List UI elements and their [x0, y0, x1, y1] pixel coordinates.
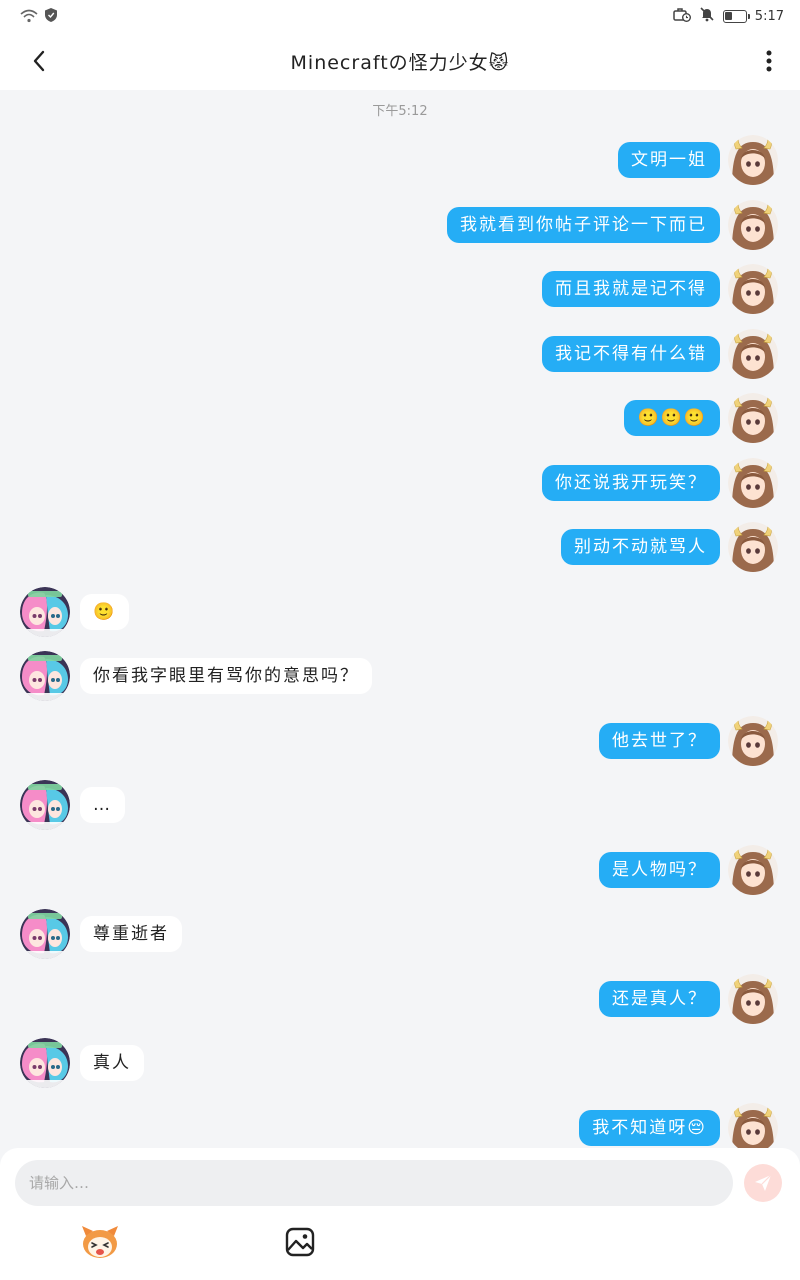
send-button[interactable]: [744, 1164, 782, 1202]
message-bubble[interactable]: 我记不得有什么错: [542, 335, 720, 372]
outgoing-message: 文明一姐: [0, 135, 800, 189]
my-avatar[interactable]: [728, 264, 778, 314]
message-bubble[interactable]: 🙂: [80, 593, 130, 630]
my-avatar[interactable]: [728, 393, 778, 443]
message-bubble[interactable]: 你看我字眼里有骂你的意思吗？: [80, 658, 372, 694]
my-avatar[interactable]: [728, 1102, 778, 1148]
incoming-message: 🙂: [0, 586, 800, 641]
battery-fill: [724, 11, 732, 20]
incoming-message: …: [0, 780, 800, 834]
message-bubble[interactable]: 而且我就是记不得: [542, 271, 720, 307]
my-avatar[interactable]: [728, 844, 778, 895]
composer: [0, 1148, 800, 1280]
outgoing-message: 我不知道呀😔: [0, 1102, 800, 1148]
image-icon: [285, 1227, 315, 1257]
outgoing-message: 我就看到你帖子评论一下而已: [0, 199, 800, 254]
my-avatar[interactable]: [728, 715, 778, 766]
message-bubble[interactable]: 你还说我开玩笑？: [542, 464, 720, 501]
outgoing-message: 而且我就是记不得: [0, 264, 800, 318]
message-bubble[interactable]: 我不知道呀😔: [579, 1109, 720, 1146]
more-button[interactable]: [754, 44, 784, 78]
message-bubble[interactable]: 尊重逝者: [80, 916, 182, 952]
status-time: 5:17: [754, 8, 784, 24]
incoming-message: 真人: [0, 1038, 800, 1092]
message-input[interactable]: [15, 1160, 733, 1206]
outgoing-message: 他去世了？: [0, 715, 800, 770]
paper-plane-icon: [755, 1174, 772, 1191]
outgoing-message: 是人物吗？: [0, 844, 800, 899]
my-avatar[interactable]: [728, 328, 778, 379]
battery-icon: [722, 9, 750, 23]
incoming-message: 你看我字眼里有骂你的意思吗？: [0, 651, 800, 705]
message-timestamp: 下午5:12: [372, 104, 428, 119]
message-bubble[interactable]: 是人物吗？: [599, 851, 720, 888]
message-bubble[interactable]: …: [80, 787, 125, 823]
incoming-message: 尊重逝者: [0, 909, 800, 963]
briefcase-clock-icon: [673, 7, 691, 26]
contact-avatar[interactable]: [20, 586, 70, 637]
my-avatar[interactable]: [728, 457, 778, 508]
outgoing-message: 还是真人？: [0, 973, 800, 1028]
mascot-emoji-button[interactable]: [80, 1224, 120, 1260]
outgoing-message: 我记不得有什么错: [0, 328, 800, 383]
outgoing-message: 别动不动就骂人: [0, 522, 800, 576]
message-list[interactable]: 下午5:12 文明一姐 我就看到你帖子评论一下而已 而且我就是记不得 我记不得有…: [0, 90, 800, 1148]
my-avatar[interactable]: [728, 199, 778, 250]
contact-avatar[interactable]: [20, 651, 70, 701]
vertical-dots-icon: [766, 50, 772, 72]
chat-title: Minecraftの怪力少女😾: [290, 52, 510, 74]
mascot-emoji-icon: [82, 1226, 118, 1258]
message-bubble[interactable]: 🙂🙂🙂: [624, 400, 720, 436]
bell-muted-icon: [699, 6, 715, 26]
outgoing-message: 🙂🙂🙂: [0, 393, 800, 447]
outgoing-message: 你还说我开玩笑？: [0, 457, 800, 512]
my-avatar[interactable]: [728, 522, 778, 572]
message-bubble[interactable]: 我就看到你帖子评论一下而已: [447, 206, 720, 243]
my-avatar[interactable]: [728, 973, 778, 1024]
contact-avatar[interactable]: [20, 780, 70, 830]
message-bubble[interactable]: 文明一姐: [618, 142, 720, 178]
message-bubble[interactable]: 他去世了？: [599, 722, 720, 759]
chat-header: Minecraftの怪力少女😾: [0, 30, 800, 90]
status-bar: 5:17: [0, 0, 800, 30]
contact-avatar[interactable]: [20, 1038, 70, 1088]
message-bubble[interactable]: 真人: [80, 1045, 144, 1081]
contact-avatar[interactable]: [20, 909, 70, 959]
message-bubble[interactable]: 别动不动就骂人: [561, 529, 720, 565]
wifi-icon: [20, 8, 38, 27]
message-bubble[interactable]: 还是真人？: [599, 980, 720, 1017]
image-button[interactable]: [284, 1226, 316, 1258]
shield-icon: [44, 7, 58, 27]
my-avatar[interactable]: [728, 135, 778, 185]
